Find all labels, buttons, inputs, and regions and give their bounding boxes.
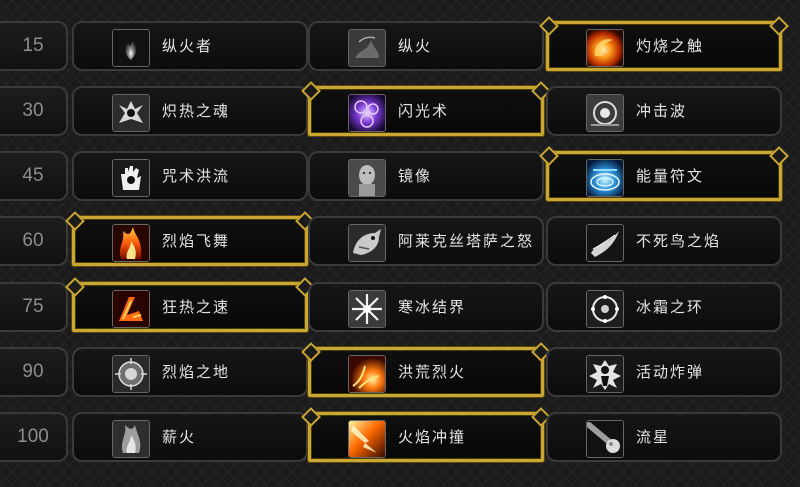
level-number: 75 [22, 296, 44, 317]
rune-of-power-icon [586, 159, 624, 197]
phoenix-flames-icon [586, 224, 624, 262]
level-label: 30 [0, 86, 68, 136]
talent-row: 100 薪火 火焰冲撞 流星 [0, 412, 800, 462]
talent-name: 烈焰飞舞 [162, 231, 231, 250]
searing-touch-icon [586, 29, 624, 67]
talent-choice[interactable]: 阿莱克丝塔萨之怒 [308, 216, 544, 266]
talent-name: 冲击波 [636, 101, 688, 120]
talent-choice[interactable]: 灼烧之触 [546, 21, 782, 71]
talent-name: 咒术洪流 [162, 166, 231, 185]
talent-name: 寒冰结界 [398, 297, 467, 316]
flame-patch-icon [112, 355, 150, 393]
talent-name: 不死鸟之焰 [636, 231, 722, 250]
talent-choice[interactable]: 洪荒烈火 [308, 347, 544, 397]
conflagration-burst-icon [348, 355, 386, 393]
ring-of-frost-icon [586, 290, 624, 328]
talent-choice[interactable]: 烈焰之地 [72, 347, 308, 397]
conflagration-icon [348, 29, 386, 67]
talent-row: 75 狂热之速 寒冰结界 冰霜之环 [0, 282, 800, 332]
talent-name: 炽热之魂 [162, 101, 231, 120]
talent-choice[interactable]: 薪火 [72, 412, 308, 462]
talent-name: 活动炸弹 [636, 362, 705, 381]
talent-name: 薪火 [162, 427, 197, 446]
level-label: 60 [0, 216, 68, 266]
level-label: 75 [0, 282, 68, 332]
talent-name: 冰霜之环 [636, 297, 705, 316]
flame-on-icon [112, 224, 150, 262]
talent-choice[interactable]: 镜像 [308, 151, 544, 201]
talent-choice[interactable]: 不死鸟之焰 [546, 216, 782, 266]
living-bomb-icon [586, 355, 624, 393]
ice-ward-icon [348, 290, 386, 328]
talent-choice[interactable]: 流星 [546, 412, 782, 462]
talent-choice[interactable]: 冲击波 [546, 86, 782, 136]
talent-choice[interactable]: 纵火 [308, 21, 544, 71]
talent-choice[interactable]: 烈焰飞舞 [72, 216, 308, 266]
talent-row: 60 烈焰飞舞 阿莱克丝塔萨之怒 不死鸟之焰 [0, 216, 800, 266]
pyromaniac-icon [112, 29, 150, 67]
talent-name: 阿莱克丝塔萨之怒 [398, 231, 535, 250]
talent-name: 能量符文 [636, 166, 705, 185]
talent-choice[interactable]: 火焰冲撞 [308, 412, 544, 462]
talent-name: 纵火者 [162, 36, 214, 55]
talent-row: 15 纵火者 纵火 灼烧之触 [0, 21, 800, 71]
talent-grid: 15 纵火者 纵火 灼烧之触 30 炽热之魂 闪光术 冲击波 45 咒术洪流 镜像 能量符文 60 烈焰飞… [0, 0, 800, 487]
level-number: 30 [22, 100, 44, 121]
talent-choice[interactable]: 能量符文 [546, 151, 782, 201]
talent-row: 45 咒术洪流 镜像 能量符文 [0, 151, 800, 201]
kindling-icon [112, 420, 150, 458]
talent-name: 火焰冲撞 [398, 427, 467, 446]
talent-choice[interactable]: 狂热之速 [72, 282, 308, 332]
talent-choice[interactable]: 冰霜之环 [546, 282, 782, 332]
talent-choice[interactable]: 咒术洪流 [72, 151, 308, 201]
blast-wave-icon [586, 94, 624, 132]
talent-name: 闪光术 [398, 101, 450, 120]
talent-choice[interactable]: 闪光术 [308, 86, 544, 136]
talent-choice[interactable]: 炽热之魂 [72, 86, 308, 136]
level-number: 15 [22, 35, 44, 56]
incanters-flow-icon [112, 159, 150, 197]
frenetic-speed-icon [112, 290, 150, 328]
talent-row: 30 炽热之魂 闪光术 冲击波 [0, 86, 800, 136]
talent-choice[interactable]: 纵火者 [72, 21, 308, 71]
meteor-icon [586, 420, 624, 458]
pyroclasm-icon [348, 420, 386, 458]
talent-name: 洪荒烈火 [398, 362, 467, 381]
blazing-soul-icon [112, 94, 150, 132]
level-number: 60 [22, 230, 44, 251]
level-label: 45 [0, 151, 68, 201]
mirror-image-icon [348, 159, 386, 197]
shimmer-icon [348, 94, 386, 132]
level-number: 45 [22, 165, 44, 186]
talent-name: 狂热之速 [162, 297, 231, 316]
talent-choice[interactable]: 寒冰结界 [308, 282, 544, 332]
level-number: 100 [17, 426, 49, 447]
level-label: 15 [0, 21, 68, 71]
level-label: 90 [0, 347, 68, 397]
talent-name: 纵火 [398, 36, 433, 55]
level-label: 100 [0, 412, 68, 462]
talent-choice[interactable]: 活动炸弹 [546, 347, 782, 397]
talent-name: 烈焰之地 [162, 362, 231, 381]
talent-name: 镜像 [398, 166, 433, 185]
talent-row: 90 烈焰之地 洪荒烈火 活动炸弹 [0, 347, 800, 397]
alexstraszas-fury-icon [348, 224, 386, 262]
level-number: 90 [22, 361, 44, 382]
talent-name: 流星 [636, 427, 671, 446]
talent-name: 灼烧之触 [636, 36, 705, 55]
